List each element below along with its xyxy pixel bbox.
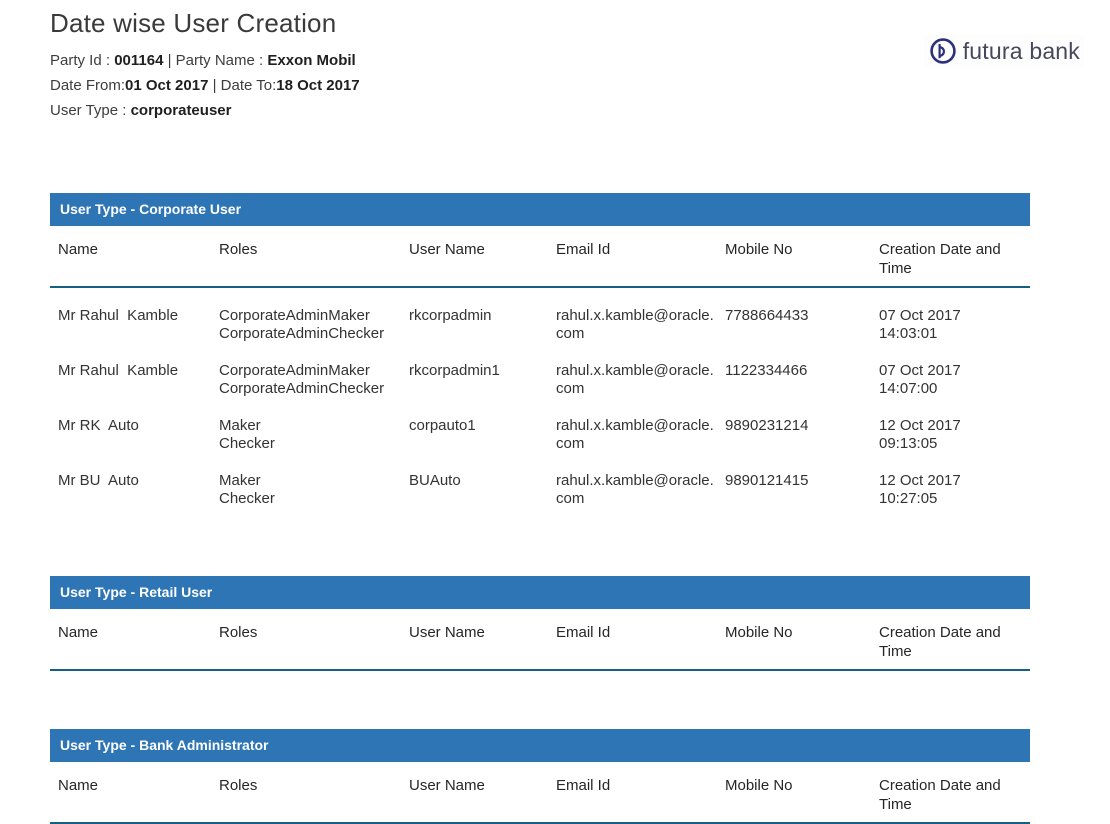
email-line: com — [556, 490, 585, 507]
bank-administrator-table-header-row: Name Roles User Name Email Id Mobile No … — [50, 762, 1030, 824]
creation-date-line: 12 Oct 2017 — [879, 417, 961, 434]
cell-creation-date: 12 Oct 2017 10:27:05 — [879, 472, 1030, 508]
report-content: User Type - Corporate User Name Roles Us… — [0, 193, 1110, 824]
bank-administrator-table-title: User Type - Bank Administrator — [50, 729, 1030, 762]
cell-mobile-no: 9890231214 — [725, 417, 809, 434]
corporate-user-table-section: User Type - Corporate User Name Roles Us… — [50, 193, 1030, 508]
cell-user-name: rkcorpadmin1 — [409, 362, 500, 379]
creation-time-line: 14:07:00 — [879, 380, 938, 397]
role-line: Maker — [219, 472, 261, 489]
cell-roles: CorporateAdminMaker CorporateAdminChecke… — [219, 307, 409, 343]
user-type-label: User Type : — [50, 102, 131, 119]
table-row: Mr BU Auto Maker Checker BUAuto rahul.x.… — [50, 472, 1030, 508]
column-header-roles: Roles — [219, 624, 258, 641]
cell-mobile-no: 1122334466 — [725, 362, 808, 379]
report-page: Date wise User Creation Party Id : 00116… — [0, 0, 1110, 824]
cell-creation-date: 07 Oct 2017 14:03:01 — [879, 307, 1030, 343]
cell-email-id: rahul.x.kamble@oracle. com — [556, 307, 725, 343]
role-line: CorporateAdminChecker — [219, 325, 385, 342]
creation-time-line: 10:27:05 — [879, 490, 938, 507]
cell-roles: Maker Checker — [219, 472, 409, 508]
role-line: CorporateAdminMaker — [219, 307, 370, 324]
creation-time-line: 09:13:05 — [879, 435, 938, 452]
cell-email-id: rahul.x.kamble@oracle. com — [556, 362, 725, 398]
cell-roles: Maker Checker — [219, 417, 409, 453]
futura-bank-logo-text: futura bank — [962, 37, 1080, 64]
email-line: rahul.x.kamble@oracle. — [556, 307, 714, 324]
column-header-creation-date: Creation Date and Time — [879, 777, 1001, 813]
creation-date-line: 07 Oct 2017 — [879, 307, 961, 324]
party-id-value: 001164 — [114, 52, 164, 69]
column-header-mobile-no: Mobile No — [725, 241, 793, 258]
cell-user-name: BUAuto — [409, 472, 461, 489]
cell-user-name: rkcorpadmin — [409, 307, 492, 324]
table-row: Mr RK Auto Maker Checker corpauto1 rahul… — [50, 417, 1030, 453]
column-header-mobile-no: Mobile No — [725, 624, 793, 641]
cell-name: Mr RK Auto — [58, 417, 139, 434]
date-to-label: | Date To: — [208, 77, 277, 94]
cell-email-id: rahul.x.kamble@oracle. com — [556, 472, 725, 508]
column-header-creation-date: Creation Date and Time — [879, 624, 1001, 660]
retail-user-table-section: User Type - Retail User Name Roles User … — [50, 576, 1030, 671]
column-header-roles: Roles — [219, 241, 258, 258]
column-header-mobile-no: Mobile No — [725, 777, 793, 794]
email-line: rahul.x.kamble@oracle. — [556, 472, 714, 489]
column-header-email-id: Email Id — [556, 624, 611, 641]
cell-creation-date: 12 Oct 2017 09:13:05 — [879, 417, 1030, 453]
creation-date-line: 12 Oct 2017 — [879, 472, 961, 489]
column-header-name: Name — [58, 777, 99, 794]
table-row: Mr Rahul Kamble CorporateAdminMaker Corp… — [50, 362, 1030, 398]
column-header-roles: Roles — [219, 777, 258, 794]
party-name-label: | Party Name : — [163, 52, 268, 69]
date-from-label: Date From: — [50, 77, 126, 94]
email-line: rahul.x.kamble@oracle. — [556, 362, 714, 379]
date-range-line: Date From:01 Oct 2017 | Date To:18 Oct 2… — [50, 73, 1110, 98]
role-line: Maker — [219, 417, 261, 434]
futura-bank-logo: futura bank — [923, 34, 1084, 68]
retail-user-table-header-row: Name Roles User Name Email Id Mobile No … — [50, 609, 1030, 671]
column-header-name: Name — [58, 241, 99, 258]
role-line: CorporateAdminMaker — [219, 362, 370, 379]
futura-bank-logo-icon — [930, 38, 956, 64]
cell-mobile-no: 7788664433 — [725, 307, 809, 324]
cell-user-name: corpauto1 — [409, 417, 476, 434]
cell-name: Mr BU Auto — [58, 472, 139, 489]
corporate-user-table-header-row: Name Roles User Name Email Id Mobile No … — [50, 226, 1030, 288]
retail-user-table-title: User Type - Retail User — [50, 576, 1030, 609]
column-header-user-name: User Name — [409, 777, 485, 794]
report-header: Date wise User Creation Party Id : 00116… — [0, 0, 1110, 123]
role-line: Checker — [219, 490, 275, 507]
party-name-value: Exxon Mobil — [267, 52, 356, 69]
cell-creation-date: 07 Oct 2017 14:07:00 — [879, 362, 1030, 398]
email-line: com — [556, 435, 585, 452]
cell-name: Mr Rahul Kamble — [58, 307, 179, 324]
date-to-value: 18 Oct 2017 — [276, 77, 360, 94]
creation-time-line: 14:03:01 — [879, 325, 938, 342]
column-header-user-name: User Name — [409, 624, 485, 641]
cell-email-id: rahul.x.kamble@oracle. com — [556, 417, 725, 453]
role-line: Checker — [219, 435, 275, 452]
cell-mobile-no: 9890121415 — [725, 472, 809, 489]
email-line: rahul.x.kamble@oracle. — [556, 417, 714, 434]
column-header-creation-date: Creation Date and Time — [879, 241, 1001, 277]
column-header-name: Name — [58, 624, 99, 641]
party-id-label: Party Id : — [50, 52, 115, 69]
user-type-line: User Type : corporateuser — [50, 98, 1110, 123]
column-header-email-id: Email Id — [556, 777, 611, 794]
column-header-email-id: Email Id — [556, 241, 611, 258]
corporate-user-table-title: User Type - Corporate User — [50, 193, 1030, 226]
creation-date-line: 07 Oct 2017 — [879, 362, 961, 379]
cell-roles: CorporateAdminMaker CorporateAdminChecke… — [219, 362, 409, 398]
role-line: CorporateAdminChecker — [219, 380, 385, 397]
table-row: Mr Rahul Kamble CorporateAdminMaker Corp… — [50, 307, 1030, 343]
email-line: com — [556, 325, 585, 342]
cell-name: Mr Rahul Kamble — [58, 362, 179, 379]
date-from-value: 01 Oct 2017 — [125, 77, 209, 94]
column-header-user-name: User Name — [409, 241, 485, 258]
user-type-value: corporateuser — [130, 102, 232, 119]
email-line: com — [556, 380, 585, 397]
